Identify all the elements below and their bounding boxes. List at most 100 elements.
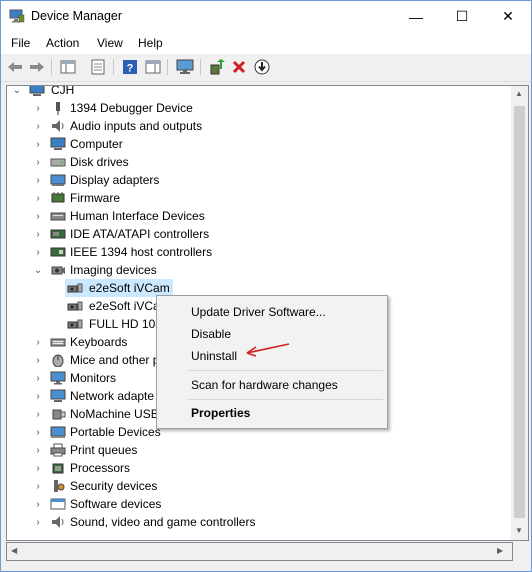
webcam-icon <box>67 301 83 311</box>
chevron-right-icon[interactable]: › <box>33 481 43 492</box>
svg-text:?: ? <box>127 63 134 75</box>
scroll-down-icon[interactable]: ▼ <box>515 526 523 535</box>
chevron-right-icon[interactable]: › <box>33 355 43 366</box>
chevron-right-icon[interactable]: › <box>33 121 43 132</box>
chevron-right-icon[interactable]: › <box>33 409 43 420</box>
vertical-scrollbar[interactable]: ▲ ▼ <box>511 85 529 541</box>
tree-item-label: Portable Devices <box>70 425 161 439</box>
chevron-right-icon[interactable]: › <box>33 211 43 222</box>
computer-icon <box>29 86 45 96</box>
tree-item-label: Network adapte <box>70 389 155 403</box>
usb-icon <box>52 409 66 420</box>
tree-item-label: FULL HD 108 <box>89 317 162 331</box>
firmware-icon <box>51 192 65 203</box>
tree-item-label: Computer <box>70 137 123 151</box>
chevron-right-icon[interactable]: › <box>33 175 43 186</box>
tree-root-label: CJH <box>51 85 75 97</box>
menu-view[interactable]: View <box>97 36 123 50</box>
maximize-icon: ☐ <box>455 8 469 24</box>
tree-item-label: Software devices <box>70 497 162 511</box>
device-manager-window: Device Manager — ☐ ✕ File Action View He… <box>0 0 532 572</box>
chevron-right-icon[interactable]: › <box>33 157 43 168</box>
monitor-icon <box>50 371 66 385</box>
chevron-right-icon[interactable]: › <box>33 427 43 438</box>
tree-item-label: IEEE 1394 host controllers <box>70 245 213 259</box>
disable-button[interactable] <box>253 58 271 76</box>
uninstall-button[interactable] <box>230 58 248 76</box>
chevron-down-icon[interactable]: ⌄ <box>33 265 43 276</box>
chevron-right-icon[interactable]: › <box>33 103 43 114</box>
monitor-toolbar-button[interactable] <box>176 58 194 76</box>
tree-item-label: Imaging devices <box>70 263 157 277</box>
mouse-icon <box>52 354 64 367</box>
properties-toolbar-button[interactable] <box>89 58 107 76</box>
tree-item-label: Processors <box>70 461 131 475</box>
update-driver-button[interactable] <box>208 58 226 76</box>
hid-icon <box>50 212 66 221</box>
forward-icon <box>30 62 44 72</box>
cpu-icon <box>52 463 64 474</box>
tree-item-label: Security devices <box>70 479 158 493</box>
scroll-left-icon[interactable]: ◀ <box>11 546 17 555</box>
computer-icon <box>50 137 66 150</box>
chevron-right-icon[interactable]: › <box>33 229 43 240</box>
maximize-button[interactable]: ☐ <box>439 1 485 32</box>
window-title: Device Manager <box>31 9 123 23</box>
minimize-button[interactable]: — <box>393 1 439 32</box>
menu-update-driver[interactable]: Update Driver Software... <box>191 305 326 319</box>
annotation-arrow-icon <box>246 343 290 357</box>
chevron-right-icon[interactable]: › <box>33 499 43 510</box>
show-hide-tree-button[interactable] <box>59 58 77 76</box>
update-driver-icon <box>210 59 225 75</box>
chevron-right-icon[interactable]: › <box>33 139 43 150</box>
scroll-up-icon[interactable]: ▲ <box>515 89 523 98</box>
back-icon <box>8 62 22 72</box>
menu-disable[interactable]: Disable <box>191 327 231 341</box>
minimize-icon: — <box>409 8 423 25</box>
chevron-right-icon[interactable]: › <box>33 337 43 348</box>
action-pane-button[interactable] <box>144 58 162 76</box>
menu-properties[interactable]: Properties <box>191 406 250 420</box>
webcam-icon <box>67 283 83 293</box>
chevron-down-icon[interactable]: ⌄ <box>12 86 22 96</box>
tree-item-label: e2eSoft iVCam <box>89 281 170 295</box>
menu-scan-hardware[interactable]: Scan for hardware changes <box>191 378 338 392</box>
toolbar-separator <box>167 59 168 75</box>
toolbar-separator <box>51 59 52 75</box>
chevron-right-icon[interactable]: › <box>33 445 43 456</box>
chevron-right-icon[interactable]: › <box>33 373 43 384</box>
toolbar-separator <box>200 59 201 75</box>
menu-uninstall[interactable]: Uninstall <box>191 349 237 363</box>
printer-icon <box>50 443 66 457</box>
properties-icon <box>91 59 105 75</box>
menu-file[interactable]: File <box>11 36 30 50</box>
scroll-right-icon[interactable]: ▶ <box>497 546 503 555</box>
chevron-right-icon[interactable]: › <box>33 391 43 402</box>
chevron-right-icon[interactable]: › <box>33 517 43 528</box>
title-bar: Device Manager — ☐ ✕ <box>1 1 531 32</box>
help-toolbar-button[interactable]: ? <box>121 58 139 76</box>
tree-item-label: Human Interface Devices <box>70 209 205 223</box>
action-pane-icon <box>145 60 161 74</box>
chevron-right-icon[interactable]: › <box>33 193 43 204</box>
chevron-right-icon[interactable]: › <box>33 247 43 258</box>
tree-item-label: Sound, video and game controllers <box>70 515 256 529</box>
vertical-scroll-thumb[interactable] <box>514 106 525 518</box>
horizontal-scrollbar[interactable]: ◀ ▶ <box>6 542 513 561</box>
device-manager-app-icon <box>9 9 25 23</box>
toolbar: ? <box>1 54 531 82</box>
ieee-icon <box>50 247 66 257</box>
back-button[interactable] <box>6 58 24 76</box>
tree-item-label: Firmware <box>70 191 120 205</box>
chevron-right-icon[interactable]: › <box>33 463 43 474</box>
forward-button[interactable] <box>28 58 46 76</box>
network-icon <box>50 389 66 402</box>
show-hide-console-tree-icon <box>60 60 76 74</box>
webcam-icon <box>67 319 83 329</box>
tree-item-label: Print queues <box>70 443 138 457</box>
menu-action[interactable]: Action <box>46 36 79 50</box>
menu-help[interactable]: Help <box>138 36 163 50</box>
close-button[interactable]: ✕ <box>485 1 531 32</box>
display-icon <box>50 174 66 186</box>
tree-item-label: Audio inputs and outputs <box>70 119 203 133</box>
